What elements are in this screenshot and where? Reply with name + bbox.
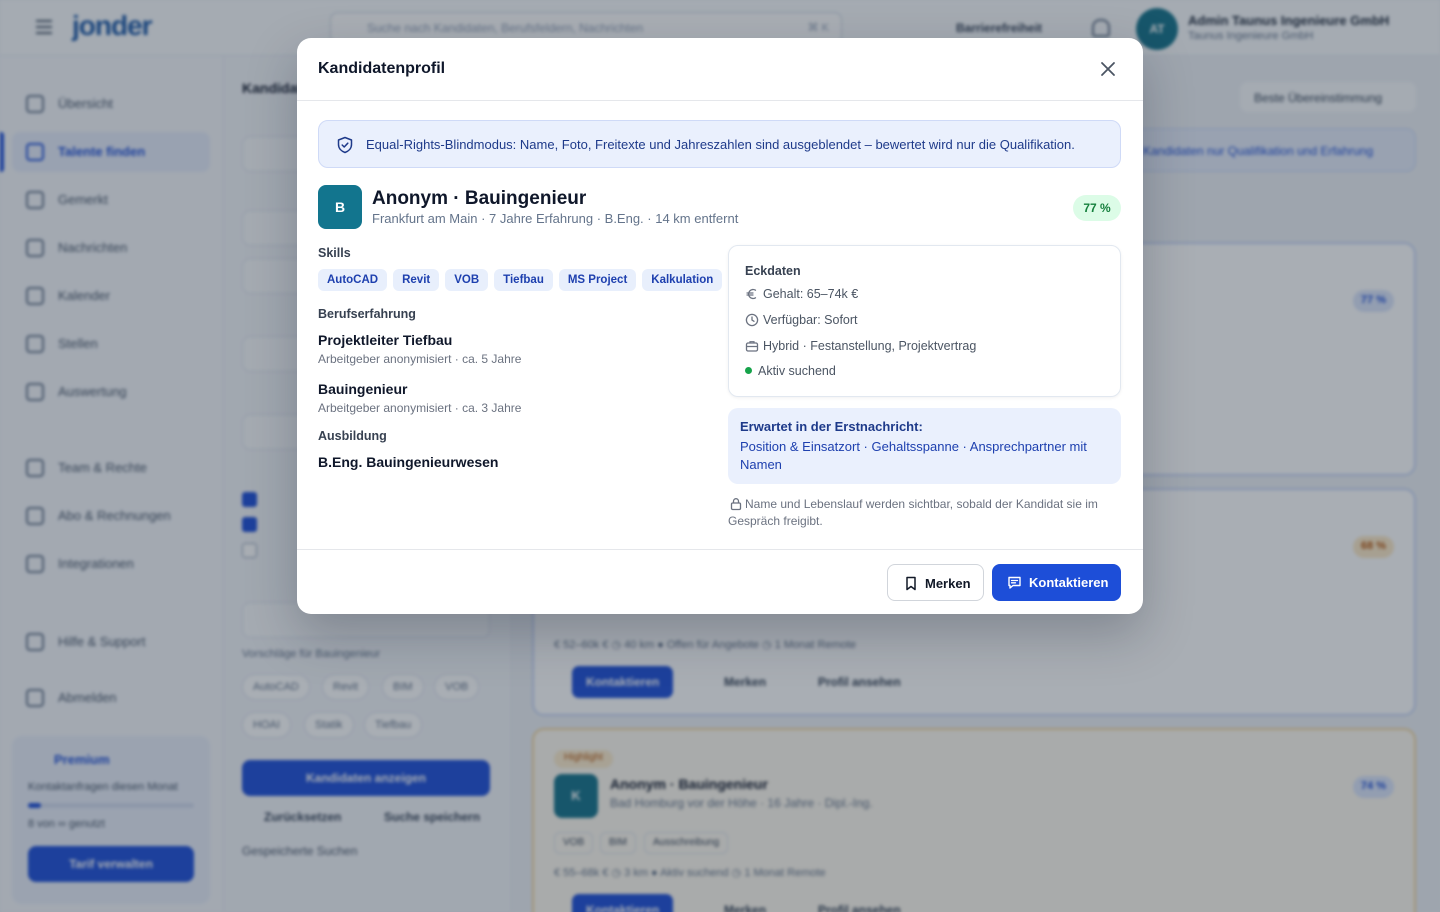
fact-work-model: Hybrid · Festanstellung, Projektvertrag [745, 339, 976, 353]
status-dot [745, 367, 752, 374]
blind-mode-notice: Equal-Rights-Blindmodus: Name, Foto, Fre… [318, 120, 1121, 168]
close-button[interactable] [1095, 56, 1121, 82]
candidate-profile-modal: Kandidatenprofil Equal-Rights-Blindmodus… [297, 38, 1143, 614]
skill-chip: Revit [393, 269, 440, 291]
lock-icon [730, 498, 742, 511]
experience-heading: Berufserfahrung [318, 307, 416, 321]
fact-status-text: Aktiv suchend [758, 364, 836, 378]
candidate-name: Anonym · Bauingenieur [372, 188, 587, 209]
expectations-body: Position & Einsatzort · Gehaltsspanne · … [740, 439, 1087, 472]
blind-mode-text: Equal-Rights-Blindmodus: Name, Foto, Fre… [366, 137, 1075, 152]
briefcase-icon [745, 341, 759, 352]
job-title: Projektleiter Tiefbau [318, 332, 453, 348]
education-heading: Ausbildung [318, 429, 387, 443]
close-icon [1101, 62, 1115, 76]
candidate-avatar: B [318, 185, 362, 229]
candidate-subtitle: Frankfurt am Main · 7 Jahre Erfahrung · … [372, 211, 739, 226]
match-badge: 77 % [1073, 195, 1121, 221]
skill-chip: AutoCAD [318, 269, 388, 291]
skill-chip: VOB [445, 269, 489, 291]
first-message-expectations: Erwartet in der Erstnachricht: Position … [728, 408, 1121, 484]
contact-candidate-label: Kontaktieren [1029, 575, 1109, 590]
shield-check-icon [337, 136, 353, 154]
privacy-note: Name und Lebenslauf werden sichtbar, sob… [728, 496, 1108, 530]
euro-icon [746, 288, 757, 300]
bookmark-icon [906, 576, 916, 591]
job-detail: Arbeitgeber anonymisiert · ca. 5 Jahre [318, 352, 522, 366]
fact-availability-text: Verfügbar: Sofort [763, 313, 858, 327]
save-candidate-label: Merken [925, 576, 971, 591]
modal-header: Kandidatenprofil [297, 38, 1143, 101]
modal-footer: Merken Kontaktieren [297, 549, 1143, 614]
skill-chip: Tiefbau [494, 269, 553, 291]
education-degree: B.Eng. Bauingenieurwesen [318, 454, 499, 470]
job-title: Bauingenieur [318, 381, 408, 397]
skill-chip: Kalkulation [642, 269, 723, 291]
modal-title: Kandidatenprofil [318, 60, 446, 77]
fact-status: Aktiv suchend [745, 364, 836, 378]
key-facts-heading: Eckdaten [745, 264, 801, 278]
skills-list: AutoCAD Revit VOB Tiefbau MS Project Kal… [318, 269, 723, 291]
fact-salary-text: Gehalt: 65–74k € [763, 287, 859, 301]
fact-salary: Gehalt: 65–74k € [745, 287, 858, 301]
message-icon [1008, 576, 1021, 589]
clock-icon [745, 313, 759, 327]
save-candidate-button[interactable]: Merken [887, 564, 984, 601]
expectations-heading: Erwartet in der Erstnachricht: [740, 419, 923, 434]
fact-work-model-text: Hybrid · Festanstellung, Projektvertrag [763, 339, 977, 353]
job-detail: Arbeitgeber anonymisiert · ca. 3 Jahre [318, 401, 522, 415]
skill-chip: MS Project [558, 269, 637, 291]
fact-availability: Verfügbar: Sofort [745, 313, 858, 327]
skills-heading: Skills [318, 246, 351, 260]
privacy-note-text: Name und Lebenslauf werden sichtbar, sob… [728, 497, 1098, 528]
contact-candidate-button[interactable]: Kontaktieren [992, 564, 1121, 601]
key-facts-card: Eckdaten Gehalt: 65–74k € Verfügbar: Sof… [728, 245, 1121, 397]
